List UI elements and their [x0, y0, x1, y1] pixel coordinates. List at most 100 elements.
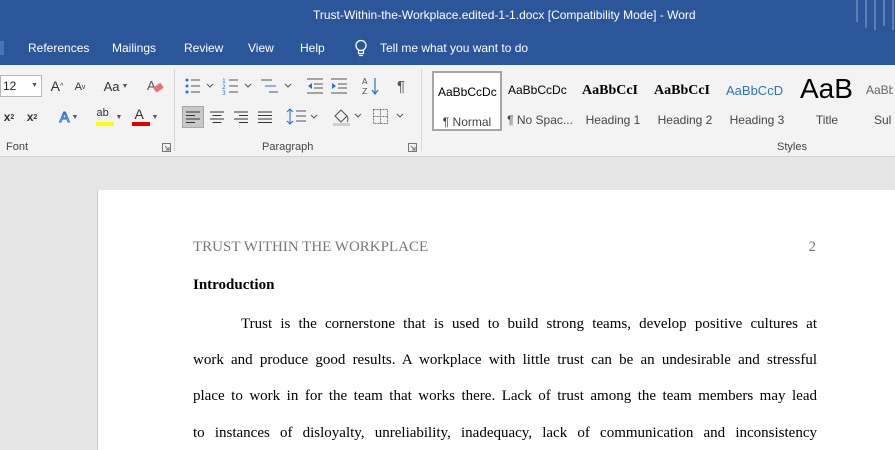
- align-left-button[interactable]: [182, 106, 204, 128]
- style-name: Heading 1: [585, 113, 641, 127]
- paragraph-line: Trust is the cornerstone that is used to…: [241, 316, 817, 332]
- numbering-icon[interactable]: 1 2 3: [222, 77, 252, 95]
- subscript-glyph: x: [3, 110, 11, 124]
- style-preview: AaBbCcD: [726, 83, 784, 98]
- style-title[interactable]: AaB Title: [794, 71, 860, 131]
- paragraph-dialog-launcher-icon[interactable]: [408, 143, 417, 152]
- align-right-icon: [234, 111, 248, 123]
- style-name: Sul: [874, 113, 892, 127]
- multilevel-list-icon[interactable]: [260, 77, 292, 95]
- svg-text:A: A: [147, 78, 156, 93]
- paragraph-line: work and produce good results. A workpla…: [193, 352, 817, 368]
- font-size-box[interactable]: 12 ▼: [0, 75, 42, 97]
- pilcrow-glyph: ¶: [396, 77, 406, 95]
- grow-font-button[interactable]: A ^: [48, 76, 66, 96]
- text-effects-caret-icon: ▼: [71, 113, 79, 121]
- style-preview: AaBbCcI: [654, 83, 711, 98]
- shrink-font-glyph: A: [74, 81, 82, 93]
- font-color-icon: A: [131, 106, 150, 126]
- tab-view[interactable]: View: [248, 41, 274, 55]
- font-size-dropdown-icon[interactable]: ▼: [31, 76, 38, 96]
- style-heading-2[interactable]: AaBbCcI Heading 2: [650, 71, 720, 131]
- style-preview: AaBbCcI: [582, 83, 639, 98]
- running-header: TRUST WITHIN THE WORKPLACE: [193, 239, 429, 255]
- style-name: ¶ Normal: [442, 115, 492, 129]
- shrink-font-button[interactable]: Av: [72, 78, 88, 96]
- highlight-glyph: ab: [96, 107, 109, 119]
- superscript-button[interactable]: x2: [24, 107, 40, 127]
- superscript-glyph: x: [26, 110, 34, 124]
- title-pattern-icon: [856, 0, 894, 30]
- change-case-glyph: Aa: [103, 78, 120, 94]
- style-preview: AaB: [800, 73, 853, 104]
- ribbon: 12 ▼ A ^ Av Aa ▼ A x2 x2 A ▼ ab ▼ A ▼ Font: [0, 65, 895, 157]
- justify-icon: [258, 111, 272, 123]
- document-workspace: TRUST WITHIN THE WORKPLACE 2 Introductio…: [0, 157, 895, 450]
- grow-font-glyph: A: [50, 78, 61, 94]
- highlight-caret-icon: ▼: [115, 113, 123, 121]
- align-center-icon: [210, 111, 224, 123]
- ribbon-tabs: References Mailings Review View Help Tel…: [0, 32, 895, 65]
- tab-help[interactable]: Help: [300, 41, 325, 55]
- style-preview: AaBbCcDc: [508, 83, 567, 97]
- window-title: Trust-Within-the-Workplace.edited-1-1.do…: [313, 8, 696, 22]
- font-size-value: 12: [3, 79, 17, 93]
- section-heading: Introduction: [193, 277, 275, 293]
- clear-formatting-icon[interactable]: A: [146, 77, 164, 95]
- group-separator: [421, 69, 422, 151]
- styles-group-label: Styles: [777, 141, 807, 153]
- tab-mailings[interactable]: Mailings: [112, 41, 156, 55]
- justify-button[interactable]: [254, 106, 276, 128]
- paragraph-line: place to work in for the team that works…: [193, 388, 817, 404]
- style-no-spacing[interactable]: AaBbCcDc ¶ No Spac...: [504, 71, 576, 131]
- tell-me-search[interactable]: Tell me what you want to do: [380, 41, 528, 55]
- text-effects-glyph: A: [59, 108, 70, 126]
- document-page[interactable]: TRUST WITHIN THE WORKPLACE 2 Introductio…: [97, 190, 895, 450]
- highlight-icon: ab: [95, 107, 114, 126]
- style-preview: AaBbCcDc: [438, 85, 497, 99]
- decrease-indent-icon[interactable]: [306, 77, 324, 95]
- align-left-icon: [186, 111, 200, 123]
- group-separator: [174, 69, 175, 151]
- style-name: Heading 3: [729, 113, 785, 127]
- highlight-button[interactable]: ab ▼: [92, 107, 126, 127]
- paragraph-group-label: Paragraph: [262, 141, 314, 153]
- style-heading-3[interactable]: AaBbCcD Heading 3: [722, 71, 792, 131]
- sort-icon[interactable]: A Z: [362, 76, 380, 96]
- svg-text:A: A: [362, 77, 368, 86]
- bullets-icon[interactable]: [184, 77, 214, 95]
- tab-references[interactable]: References: [28, 41, 89, 55]
- page-number: 2: [808, 239, 817, 255]
- shading-icon[interactable]: [332, 107, 362, 127]
- paragraph-line: to instances of disloyalty, unreliabilit…: [193, 425, 817, 441]
- style-preview: AaBb: [866, 83, 893, 97]
- title-bar: Trust-Within-the-Workplace.edited-1-1.do…: [0, 0, 895, 32]
- lightbulb-icon: [355, 39, 367, 57]
- svg-text:3: 3: [222, 90, 226, 95]
- svg-text:Z: Z: [362, 87, 368, 96]
- align-center-button[interactable]: [206, 106, 228, 128]
- subscript-button[interactable]: x2: [1, 107, 17, 127]
- font-color-button[interactable]: A ▼: [128, 106, 162, 127]
- style-heading-1[interactable]: AaBbCcI Heading 1: [578, 71, 648, 131]
- increase-indent-icon[interactable]: [330, 77, 348, 95]
- change-case-button[interactable]: Aa ▼: [100, 76, 132, 96]
- tab-review[interactable]: Review: [184, 41, 223, 55]
- show-formatting-button[interactable]: ¶: [392, 76, 410, 96]
- font-color-caret-icon: ▼: [151, 113, 159, 121]
- styles-gallery: AaBbCcDc ¶ Normal AaBbCcDc ¶ No Spac... …: [430, 71, 895, 133]
- style-name: Heading 2: [657, 113, 713, 127]
- text-effects-button[interactable]: A ▼: [54, 107, 84, 127]
- font-dialog-launcher-icon[interactable]: [162, 143, 171, 152]
- align-right-button[interactable]: [230, 106, 252, 128]
- change-case-caret-icon: ▼: [121, 82, 129, 90]
- style-name: Title: [815, 113, 839, 127]
- borders-icon[interactable]: [372, 107, 404, 127]
- style-normal[interactable]: AaBbCcDc ¶ Normal: [432, 71, 502, 131]
- line-spacing-icon[interactable]: [286, 108, 318, 126]
- style-name: ¶ No Spac...: [507, 113, 573, 127]
- font-color-glyph: A: [134, 106, 144, 122]
- tab-home-stub[interactable]: [0, 41, 4, 55]
- font-group-label: Font: [6, 141, 29, 153]
- style-subtitle[interactable]: AaBb Sul: [862, 71, 895, 131]
